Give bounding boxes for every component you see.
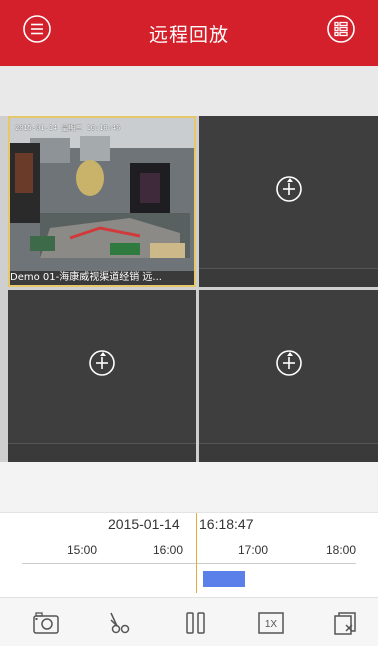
pane-footer (199, 268, 378, 287)
tick-label: 17:00 (238, 543, 269, 557)
video-pane-1[interactable]: 2015-01-14 星期三 16:18:46 Demo 01-海康威视渠道经销… (8, 116, 196, 287)
video-grid: 2015-01-14 星期三 16:18:46 Demo 01-海康威视渠道经销… (0, 116, 378, 462)
pause-icon[interactable] (182, 611, 210, 635)
video-pane-2[interactable] (199, 116, 378, 287)
playback-toolbar: 1X (0, 597, 378, 646)
app-header: 远程回放 (0, 0, 378, 66)
video-frame: 2015-01-14 星期三 16:18:46 (10, 118, 194, 271)
timeline-time: 16:18:47 (199, 516, 254, 532)
page-title: 远程回放 (148, 24, 229, 46)
add-camera-icon[interactable] (274, 174, 304, 204)
pane-footer (8, 443, 196, 462)
camera-icon[interactable] (32, 611, 60, 635)
playback-timeline[interactable]: 2015-01-14 16:18:47 15:00 16:00 17:00 18… (0, 512, 378, 598)
scissors-icon[interactable] (107, 611, 135, 635)
add-camera-icon[interactable] (87, 348, 117, 378)
video-osd-text: 2015-01-14 星期三 16:18:46 (15, 124, 121, 132)
speed-button[interactable]: 1X (257, 611, 285, 635)
timeline-axis (22, 563, 356, 564)
video-pane-4[interactable] (199, 290, 378, 462)
camera-label: Demo 01-海康威视渠道经销 远... (10, 271, 194, 285)
video-pane-3[interactable] (8, 290, 196, 462)
timeline-date: 2015-01-14 (108, 516, 180, 532)
tick-label: 18:00 (326, 543, 357, 557)
tick-label: 15:00 (67, 543, 98, 557)
list-view-icon[interactable] (326, 14, 356, 44)
bottom-spacer (0, 462, 378, 512)
speed-label: 1X (265, 619, 278, 630)
add-camera-icon[interactable] (274, 348, 304, 378)
timeline-cursor[interactable] (196, 513, 197, 593)
tick-label: 16:00 (153, 543, 184, 557)
recording-segment[interactable] (203, 571, 245, 587)
pane-footer (199, 443, 378, 462)
top-spacer (0, 66, 378, 116)
close-window-icon[interactable] (332, 611, 360, 635)
